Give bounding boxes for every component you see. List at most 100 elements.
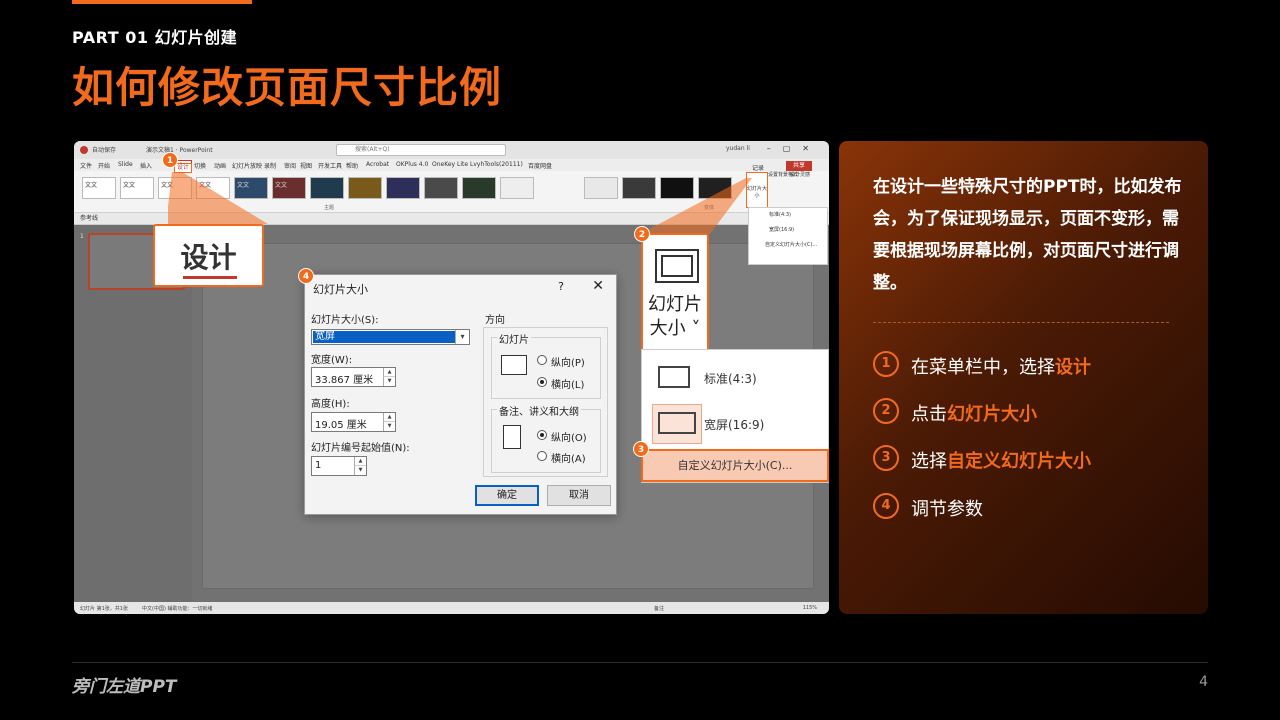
start-down-icon[interactable]: ▼ — [354, 466, 366, 475]
theme-thumbnail[interactable] — [462, 177, 496, 199]
mini-menu-standard[interactable]: 标准(4:3) — [749, 208, 827, 223]
step-number: 3 — [873, 445, 899, 471]
height-down-icon[interactable]: ▼ — [383, 422, 395, 431]
orientation-label: 方向 — [485, 315, 505, 326]
status-language: 中文(中国) 辅助功能：一切就绪 — [142, 606, 213, 612]
menu-item[interactable]: Slide — [118, 161, 133, 168]
theme-thumbnail[interactable]: 文文 — [120, 177, 154, 199]
help-icon[interactable]: ? — [558, 280, 564, 293]
close-icon[interactable]: ✕ — [592, 278, 604, 294]
menu-item[interactable]: OneKey Lite — [432, 161, 468, 168]
landscape-page-icon — [501, 355, 527, 375]
slides-portrait-radio[interactable] — [537, 355, 547, 365]
user-name[interactable]: yudan li — [726, 145, 750, 152]
step-badge-4: 4 — [298, 268, 314, 284]
slide-size-label: 幻灯片大小 ˅ — [648, 294, 702, 339]
theme-thumbnail[interactable] — [348, 177, 382, 199]
step-badge-1: 1 — [162, 152, 178, 168]
size-option-wide[interactable]: 宽屏(16:9) — [642, 400, 828, 444]
width-down-icon[interactable]: ▼ — [383, 377, 395, 386]
menu-item[interactable]: 视图 — [300, 161, 312, 170]
notes-button[interactable]: 备注 — [654, 605, 664, 612]
start-number-label: 幻灯片编号起始值(N): — [311, 443, 410, 454]
mini-size-menu: 标准(4:3) 宽屏(16:9) 自定义幻灯片大小(C)... — [748, 207, 828, 265]
width-field[interactable]: 33.867 厘米 ▲ ▼ — [311, 367, 396, 387]
menu-item[interactable]: 帮助 — [346, 161, 358, 170]
designer-label[interactable]: 设计灵感 — [790, 172, 810, 179]
theme-thumbnail[interactable] — [310, 177, 344, 199]
menu-item[interactable]: LvyhTools(20111) — [470, 161, 523, 168]
size-select-value: 宽屏 — [313, 331, 455, 343]
notes-group-label: 备注、讲义和大纲 — [497, 403, 581, 418]
zoom-level[interactable]: 115% — [803, 605, 817, 611]
menu-item[interactable]: 插入 — [140, 161, 152, 170]
menu-item[interactable]: 审阅 — [284, 161, 296, 170]
design-callout-label: 设计 — [180, 241, 237, 274]
step-text: 选择自定义幻灯片大小 — [911, 451, 1091, 472]
status-bar: 幻灯片 第1张，共1张 中文(中国) 辅助功能：一切就绪 备注 115% — [74, 602, 829, 614]
design-tab-highlight[interactable]: 设计 — [174, 163, 192, 173]
notes-portrait-label: 纵向(O) — [551, 433, 587, 444]
dashed-divider — [873, 322, 1169, 323]
step-number: 4 — [873, 493, 899, 519]
theme-thumbnail[interactable] — [500, 177, 534, 199]
chevron-down-icon[interactable]: ▾ — [455, 330, 469, 344]
share-button[interactable]: 共享 — [786, 161, 812, 171]
autosave-label[interactable]: 自动保存 — [92, 145, 116, 154]
slide-size-dialog: 幻灯片大小 ? ✕ 幻灯片大小(S): 宽屏 ▾ 宽度(W): 33.867 厘… — [304, 274, 617, 515]
start-up-icon[interactable]: ▲ — [354, 457, 366, 466]
size-option-standard[interactable]: 标准(4:3) — [642, 354, 828, 398]
menu-item[interactable]: 开始 — [98, 161, 110, 170]
menu-item[interactable]: 文件 — [80, 161, 92, 170]
variant-thumbnail[interactable] — [584, 177, 618, 199]
notes-landscape-label: 横向(A) — [551, 454, 586, 465]
info-panel: 在设计一些特殊尺寸的PPT时，比如发布会，为了保证现场显示，页面不变形，需要根据… — [839, 141, 1208, 614]
notes-portrait-radio[interactable] — [537, 430, 547, 440]
theme-thumbnail[interactable] — [424, 177, 458, 199]
step-number: 2 — [873, 398, 899, 424]
start-number-field[interactable]: 1 ▲ ▼ — [311, 456, 367, 476]
title-bar: 自动保存 演示文稿1 · PowerPoint 搜索(Alt+Q) yudan … — [74, 141, 829, 159]
intro-text: 在设计一些特殊尺寸的PPT时，比如发布会，为了保证现场显示，页面不变形，需要根据… — [873, 177, 1182, 293]
step-text: 点击幻灯片大小 — [911, 404, 1037, 425]
connector-size — [640, 178, 752, 234]
record-button[interactable]: 记录 — [752, 163, 764, 172]
slide-number: 1 — [80, 233, 84, 240]
custom-size-option[interactable]: 自定义幻灯片大小(C)... — [641, 449, 829, 482]
step-text: 在菜单栏中，选择设计 — [911, 357, 1091, 378]
menu-item[interactable]: 开发工具 — [318, 161, 342, 170]
height-up-icon[interactable]: ▲ — [383, 413, 395, 422]
dialog-title: 幻灯片大小 — [313, 283, 368, 296]
part-label: PART 01 幻灯片创建 — [72, 28, 238, 47]
slide-size-icon — [655, 249, 699, 283]
step-text: 调节参数 — [911, 499, 983, 520]
brand-logo: 旁门左道PPT — [72, 677, 177, 697]
width-value: 33.867 厘米 — [315, 375, 374, 386]
menu-item[interactable]: 百度网盘 — [528, 161, 552, 170]
slides-landscape-label: 横向(L) — [551, 380, 585, 391]
slide-size-button-callout[interactable]: 幻灯片大小 ˅ — [641, 233, 709, 355]
step-number: 1 — [873, 351, 899, 377]
size-select[interactable]: 宽屏 ▾ — [311, 329, 470, 345]
mini-menu-wide[interactable]: 宽屏(16:9) — [749, 223, 827, 238]
window-controls[interactable]: –▢✕ — [767, 144, 821, 153]
slides-landscape-radio[interactable] — [537, 377, 547, 387]
search-input[interactable]: 搜索(Alt+Q) — [336, 144, 506, 156]
menu-item[interactable]: OKPlus 4.0 — [396, 161, 428, 168]
size-label: 幻灯片大小(S): — [311, 315, 379, 326]
app-title: 演示文稿1 · PowerPoint — [146, 147, 213, 154]
connector-design — [168, 172, 268, 224]
page-number: 4 — [1199, 674, 1208, 690]
height-field[interactable]: 19.05 厘米 ▲ ▼ — [311, 412, 396, 432]
theme-thumbnail[interactable]: 文文 — [82, 177, 116, 199]
top-accent-bar — [72, 0, 252, 4]
design-underline — [183, 276, 237, 279]
notes-landscape-radio[interactable] — [537, 451, 547, 461]
standard-ratio-icon — [658, 366, 690, 388]
ok-button[interactable]: 确定 — [475, 485, 539, 506]
cancel-button[interactable]: 取消 — [547, 485, 611, 506]
width-up-icon[interactable]: ▲ — [383, 368, 395, 377]
menu-item[interactable]: Acrobat — [366, 161, 389, 168]
theme-thumbnail[interactable] — [386, 177, 420, 199]
mini-menu-custom[interactable]: 自定义幻灯片大小(C)... — [749, 238, 827, 253]
